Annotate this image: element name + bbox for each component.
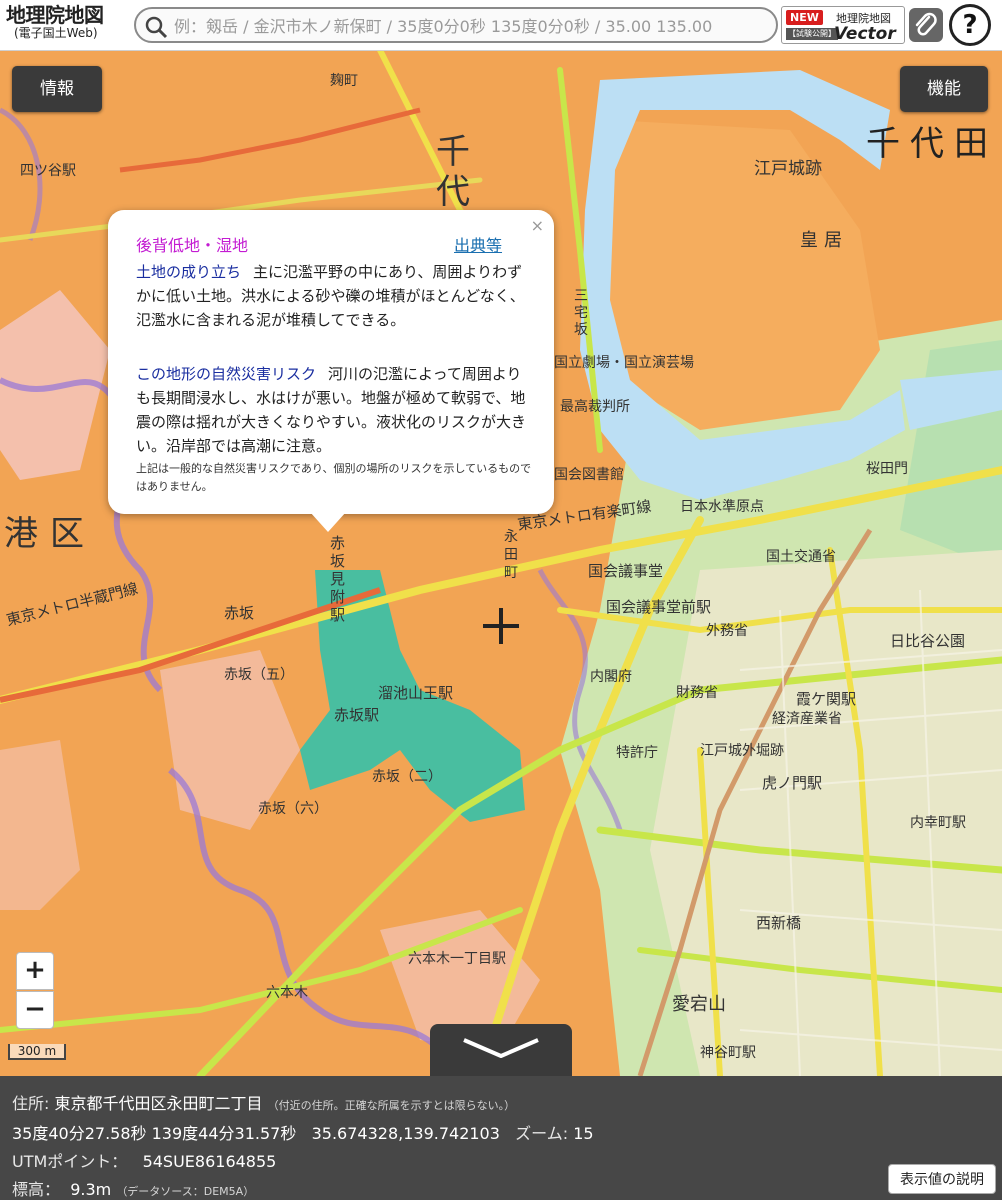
label-yotsuya: 四ツ谷駅 bbox=[20, 163, 76, 179]
label-edo-castle: 江戸城跡 bbox=[754, 159, 822, 179]
label-keisansho: 経済産業省 bbox=[772, 711, 842, 727]
utm-label: UTMポイント： bbox=[12, 1152, 128, 1171]
label-tokkyo: 特許庁 bbox=[616, 745, 658, 761]
label-roppongi: 六本木 bbox=[266, 985, 308, 1001]
address-label: 住所: bbox=[12, 1094, 50, 1113]
decimal-value: 35.674328,139.742103 bbox=[311, 1124, 500, 1143]
label-akasaka: 赤坂 bbox=[224, 604, 255, 622]
label-edo-soto: 江戸城外堀跡 bbox=[700, 743, 784, 759]
popup-section-formation: 土地の成り立ち 主に氾濫平野の中にあり、周囲よりわずかに低い土地。洪水による砂や礫… bbox=[136, 260, 528, 332]
label-imperial-palace: 皇居 bbox=[800, 230, 848, 251]
label-nishishinbashi: 西新橋 bbox=[756, 914, 802, 932]
label-kokkai-toshokan: 国会図書館 bbox=[554, 467, 624, 483]
zoom-out-button[interactable]: − bbox=[16, 991, 54, 1029]
label-kojimachi: 麹町 bbox=[330, 73, 358, 89]
label-kokuritsu-gekijo: 国立劇場・国立演芸場 bbox=[554, 355, 694, 371]
label-saiko-saibansho: 最高裁判所 bbox=[560, 399, 630, 415]
logo-subtitle: (電子国土Web) bbox=[14, 26, 98, 40]
label-kamiyacho: 神谷町駅 bbox=[700, 1045, 756, 1061]
label-atago: 愛宕山 bbox=[672, 994, 726, 1015]
utm-value: 54SUE86164855 bbox=[142, 1152, 277, 1171]
address-value: 東京都千代田区永田町二丁目 bbox=[54, 1094, 263, 1113]
chevron-down-icon bbox=[463, 1038, 539, 1058]
popup-note: 上記は一般的な自然災害リスクであり、個別の場所のリスクを示しているものではありま… bbox=[136, 462, 532, 493]
coord-row: 35度40分27.58秒 139度44分31.57秒 35.674328,139… bbox=[12, 1120, 594, 1144]
search-input[interactable] bbox=[172, 11, 776, 41]
label-sakuradamon: 桜田門 bbox=[866, 461, 908, 477]
label-akasaka-roku: 赤坂（六） bbox=[258, 801, 328, 817]
explain-values-button[interactable]: 表示値の説明 bbox=[888, 1164, 996, 1194]
label-tameike-sanno: 溜池山王駅 bbox=[378, 684, 454, 702]
info-button[interactable]: 情報 bbox=[12, 66, 102, 112]
header-bar: 地理院地図 (電子国土Web) NEW 【試験公開】 地理院地図 Vector … bbox=[0, 0, 1002, 51]
help-button[interactable]: ? bbox=[949, 4, 991, 46]
zoom-label: ズーム: bbox=[515, 1124, 569, 1143]
label-naikaku: 内閣府 bbox=[590, 669, 632, 685]
label-hibiya-park: 日比谷公園 bbox=[890, 632, 966, 650]
label-kokai: 国会議事堂 bbox=[588, 562, 664, 580]
map-canvas[interactable]: 千代田 千代 港区 皇居 江戸城跡 国会議事堂 国会議事堂前駅 赤坂駅 赤坂見附… bbox=[0, 50, 1002, 1076]
elevation-row: 標高： 9.3m （データソース：DEM5A） bbox=[12, 1176, 254, 1200]
label-kokudo: 国土交通省 bbox=[766, 549, 836, 565]
trial-badge: 【試験公開】 bbox=[786, 28, 838, 40]
label-nagata: 永田町 bbox=[504, 529, 518, 581]
function-button[interactable]: 機能 bbox=[900, 66, 988, 112]
label-chiyoda-big: 千代 bbox=[436, 132, 470, 212]
address-note: （付近の住所。正確な所属を示すとは限らない。） bbox=[267, 1099, 516, 1112]
scale-bar: 300 m bbox=[8, 1044, 66, 1060]
collapse-panel-button[interactable] bbox=[430, 1024, 572, 1076]
source-link[interactable]: 出典等 bbox=[454, 232, 502, 256]
popup-title: 後背低地・湿地 bbox=[136, 236, 249, 255]
zoom-in-button[interactable]: + bbox=[16, 952, 54, 990]
section-heading: 土地の成り立ち bbox=[136, 263, 242, 281]
label-roppongi-ichi: 六本木一丁目駅 bbox=[408, 951, 506, 967]
paperclip-icon bbox=[915, 12, 937, 36]
logo-title: 地理院地図 bbox=[6, 3, 104, 27]
label-miyakezaka: 三宅坂 bbox=[574, 288, 588, 338]
dms-value: 35度40分27.58秒 139度44分31.57秒 bbox=[12, 1124, 297, 1143]
popup-tail bbox=[310, 512, 346, 532]
vector-link[interactable]: NEW 【試験公開】 地理院地図 Vector bbox=[781, 6, 905, 44]
popup-section-risk: この地形の自然災害リスク 河川の氾濫によって周囲よりも長期間浸水し、水はけが悪い。… bbox=[136, 362, 528, 458]
clip-button[interactable] bbox=[909, 8, 943, 42]
label-uchisaiwaicho: 内幸町駅 bbox=[910, 815, 966, 831]
search-box[interactable] bbox=[134, 7, 778, 43]
section-heading: この地形の自然災害リスク bbox=[136, 365, 317, 383]
label-toranomon: 虎ノ門駅 bbox=[762, 774, 823, 792]
close-icon[interactable]: × bbox=[531, 216, 544, 235]
label-suijun: 日本水準原点 bbox=[680, 499, 764, 515]
label-minato: 港区 bbox=[4, 514, 96, 554]
label-akasaka-mitsuke: 赤坂見附駅 bbox=[330, 534, 346, 624]
crosshair-icon bbox=[483, 608, 519, 644]
info-panel: 住所: 東京都千代田区永田町二丁目 （付近の住所。正確な所属を示すとは限らない。… bbox=[0, 1076, 1002, 1200]
address-row: 住所: 東京都千代田区永田町二丁目 （付近の住所。正確な所属を示すとは限らない。… bbox=[12, 1090, 515, 1114]
label-akasaka-ni: 赤坂（二） bbox=[372, 769, 442, 785]
zoom-value: 15 bbox=[573, 1124, 594, 1143]
elevation-value: 9.3m bbox=[70, 1180, 112, 1199]
new-badge: NEW bbox=[786, 10, 823, 25]
gsi-logo[interactable]: 地理院地図 (電子国土Web) bbox=[6, 4, 128, 46]
label-chiyoda-city: 千代田 bbox=[866, 124, 998, 164]
label-akasaka-go: 赤坂（五） bbox=[224, 667, 294, 683]
label-kokai-station: 国会議事堂前駅 bbox=[606, 598, 712, 616]
elevation-source: （データソース：DEM5A） bbox=[116, 1185, 255, 1198]
elevation-label: 標高： bbox=[12, 1180, 61, 1199]
utm-row: UTMポイント： 54SUE86164855 bbox=[12, 1148, 276, 1172]
landform-popup: × 後背低地・湿地 出典等 土地の成り立ち 主に氾濫平野の中にあり、周囲よりわずか… bbox=[108, 210, 554, 514]
label-akasaka-station: 赤坂駅 bbox=[334, 706, 380, 724]
vector-word: Vector bbox=[834, 24, 896, 44]
label-gaimusho: 外務省 bbox=[706, 623, 748, 639]
label-kasumigaseki: 霞ケ関駅 bbox=[796, 690, 857, 708]
search-icon bbox=[145, 16, 168, 39]
map-base-layer bbox=[0, 50, 1002, 1076]
label-zaimusho: 財務省 bbox=[676, 685, 718, 701]
